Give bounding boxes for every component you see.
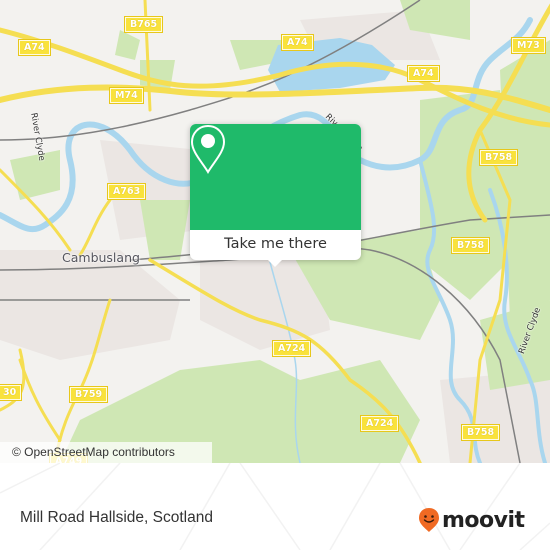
road-shield-a74: A74 [18,39,51,56]
popup-header [190,124,361,230]
map-canvas[interactable]: A74 B765 A74 M74 A74 M73 A763 B758 B758 … [0,0,550,463]
place-label-cambuslang: Cambuslang [62,250,140,265]
take-me-there-button[interactable]: Take me there [190,230,361,260]
road-shield-m73: M73 [511,37,546,54]
map-pin-icon [190,124,226,174]
moovit-pin-icon [419,508,439,532]
map-attribution[interactable]: © OpenStreetMap contributors [0,442,212,463]
location-title: Mill Road Hallside, Scotland [20,509,213,526]
moovit-wordmark: moovit [442,507,525,533]
road-shield-a74: A74 [407,65,440,82]
road-shield-b759: B759 [68,386,109,403]
road-shield-a763: A763 [106,183,147,200]
road-shield-a730: 30 [0,384,23,401]
location-popup: Take me there [190,124,361,267]
moovit-logo[interactable]: moovit [418,505,525,535]
road-shield-a724: A724 [271,340,312,357]
road-shield-b758: B758 [450,237,491,254]
road-shield-b758: B758 [460,424,501,441]
road-shield-b758: B758 [478,149,519,166]
road-shield-a74: A74 [281,34,314,51]
road-shield-a724: A724 [359,415,400,432]
road-shield-m74: M74 [109,87,144,104]
map-widget: A74 B765 A74 M74 A74 M73 A763 B758 B758 … [0,0,550,550]
road-shield-b765: B765 [123,16,164,33]
popup-pointer [267,259,283,267]
